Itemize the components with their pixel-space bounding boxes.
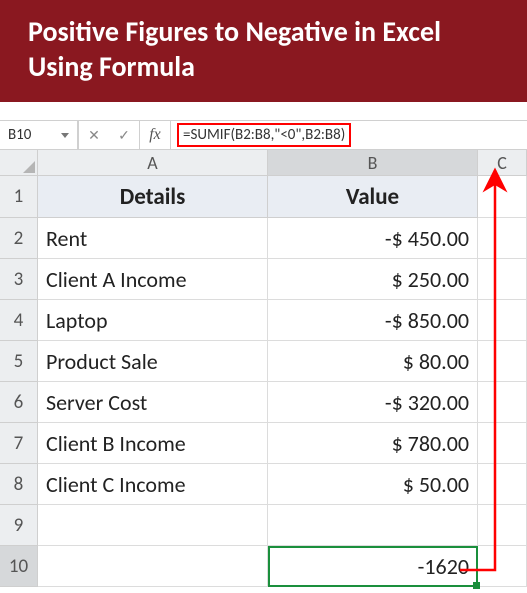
cell-a9[interactable]	[38, 505, 268, 546]
cell-c4[interactable]	[478, 300, 527, 341]
cell-c3[interactable]	[478, 259, 527, 300]
row-header-3[interactable]: 3	[0, 259, 38, 300]
spreadsheet-grid: A B C 1 Details Value 2 Rent -$ 450.00 3…	[0, 150, 527, 587]
cell-b7[interactable]: $ 780.00	[268, 423, 478, 464]
row-header-2[interactable]: 2	[0, 218, 38, 259]
cell-text: $ 250.00	[392, 266, 469, 293]
cell-a3[interactable]: Client A Income	[38, 259, 268, 300]
accept-button[interactable]: ✓	[109, 121, 139, 149]
result-value: -1620	[418, 553, 469, 580]
cell-text: -$ 450.00	[385, 225, 469, 252]
name-box-dropdown-icon[interactable]	[61, 133, 69, 138]
row-header-4[interactable]: 4	[0, 300, 38, 341]
cell-a1[interactable]: Details	[38, 176, 268, 218]
cell-c5[interactable]	[478, 341, 527, 382]
cell-b4[interactable]: -$ 850.00	[268, 300, 478, 341]
cell-b5[interactable]: $ 80.00	[268, 341, 478, 382]
cell-text: $ 50.00	[403, 471, 469, 498]
row-header-10[interactable]: 10	[0, 546, 38, 587]
formula-bar: B10 ✕ ✓ fx =SUMIF(B2:B8,"<0",B2:B8)	[0, 120, 527, 150]
cell-a6[interactable]: Server Cost	[38, 382, 268, 423]
cell-text: Laptop	[46, 307, 108, 334]
cell-text: -$ 850.00	[385, 307, 469, 334]
cell-b9[interactable]	[268, 505, 478, 546]
spacer	[0, 102, 527, 120]
formula-text: =SUMIF(B2:B8,"<0",B2:B8)	[177, 123, 351, 147]
col-header-b[interactable]: B	[268, 150, 478, 176]
cell-c8[interactable]	[478, 464, 527, 505]
row-header-7[interactable]: 7	[0, 423, 38, 464]
cell-b6[interactable]: -$ 320.00	[268, 382, 478, 423]
cell-b10[interactable]: -1620	[268, 546, 478, 587]
cell-text: Product Sale	[46, 348, 158, 375]
cell-text: Rent	[46, 225, 87, 252]
row-header-9[interactable]: 9	[0, 505, 38, 546]
cell-a10[interactable]	[38, 546, 268, 587]
cell-a5[interactable]: Product Sale	[38, 341, 268, 382]
cell-a2[interactable]: Rent	[38, 218, 268, 259]
row-header-5[interactable]: 5	[0, 341, 38, 382]
cell-b3[interactable]: $ 250.00	[268, 259, 478, 300]
cell-c10[interactable]	[478, 546, 527, 587]
check-icon: ✓	[118, 127, 130, 144]
cell-text: $ 780.00	[392, 430, 469, 457]
cell-c9[interactable]	[478, 505, 527, 546]
cell-c6[interactable]	[478, 382, 527, 423]
formula-input[interactable]: =SUMIF(B2:B8,"<0",B2:B8)	[171, 121, 527, 149]
title-text: Positive Figures to Negative in Excel Us…	[28, 14, 441, 84]
cell-text: $ 80.00	[403, 348, 469, 375]
row-header-8[interactable]: 8	[0, 464, 38, 505]
x-icon: ✕	[88, 127, 100, 144]
cancel-button[interactable]: ✕	[79, 121, 109, 149]
header-value: Value	[346, 183, 399, 211]
col-header-c[interactable]: C	[478, 150, 527, 176]
title-banner: Positive Figures to Negative in Excel Us…	[0, 0, 527, 102]
col-header-a[interactable]: A	[38, 150, 268, 176]
cell-text: Client B Income	[46, 430, 186, 457]
cell-c1[interactable]	[478, 176, 527, 218]
cell-text: Server Cost	[46, 389, 147, 416]
cell-reference: B10	[8, 126, 31, 144]
cell-a7[interactable]: Client B Income	[38, 423, 268, 464]
fx-button[interactable]: fx	[140, 121, 170, 149]
cell-b8[interactable]: $ 50.00	[268, 464, 478, 505]
cell-b2[interactable]: -$ 450.00	[268, 218, 478, 259]
cell-a4[interactable]: Laptop	[38, 300, 268, 341]
row-header-1[interactable]: 1	[0, 176, 38, 218]
cell-c2[interactable]	[478, 218, 527, 259]
cell-c7[interactable]	[478, 423, 527, 464]
header-details: Details	[120, 183, 186, 211]
cell-b1[interactable]: Value	[268, 176, 478, 218]
cell-text: -$ 320.00	[385, 389, 469, 416]
row-header-6[interactable]: 6	[0, 382, 38, 423]
cell-text: Client C Income	[46, 471, 186, 498]
name-box[interactable]: B10	[0, 121, 78, 149]
fx-icon: fx	[149, 126, 161, 144]
cell-text: Client A Income	[46, 266, 187, 293]
cell-a8[interactable]: Client C Income	[38, 464, 268, 505]
select-all-corner[interactable]	[0, 150, 38, 176]
